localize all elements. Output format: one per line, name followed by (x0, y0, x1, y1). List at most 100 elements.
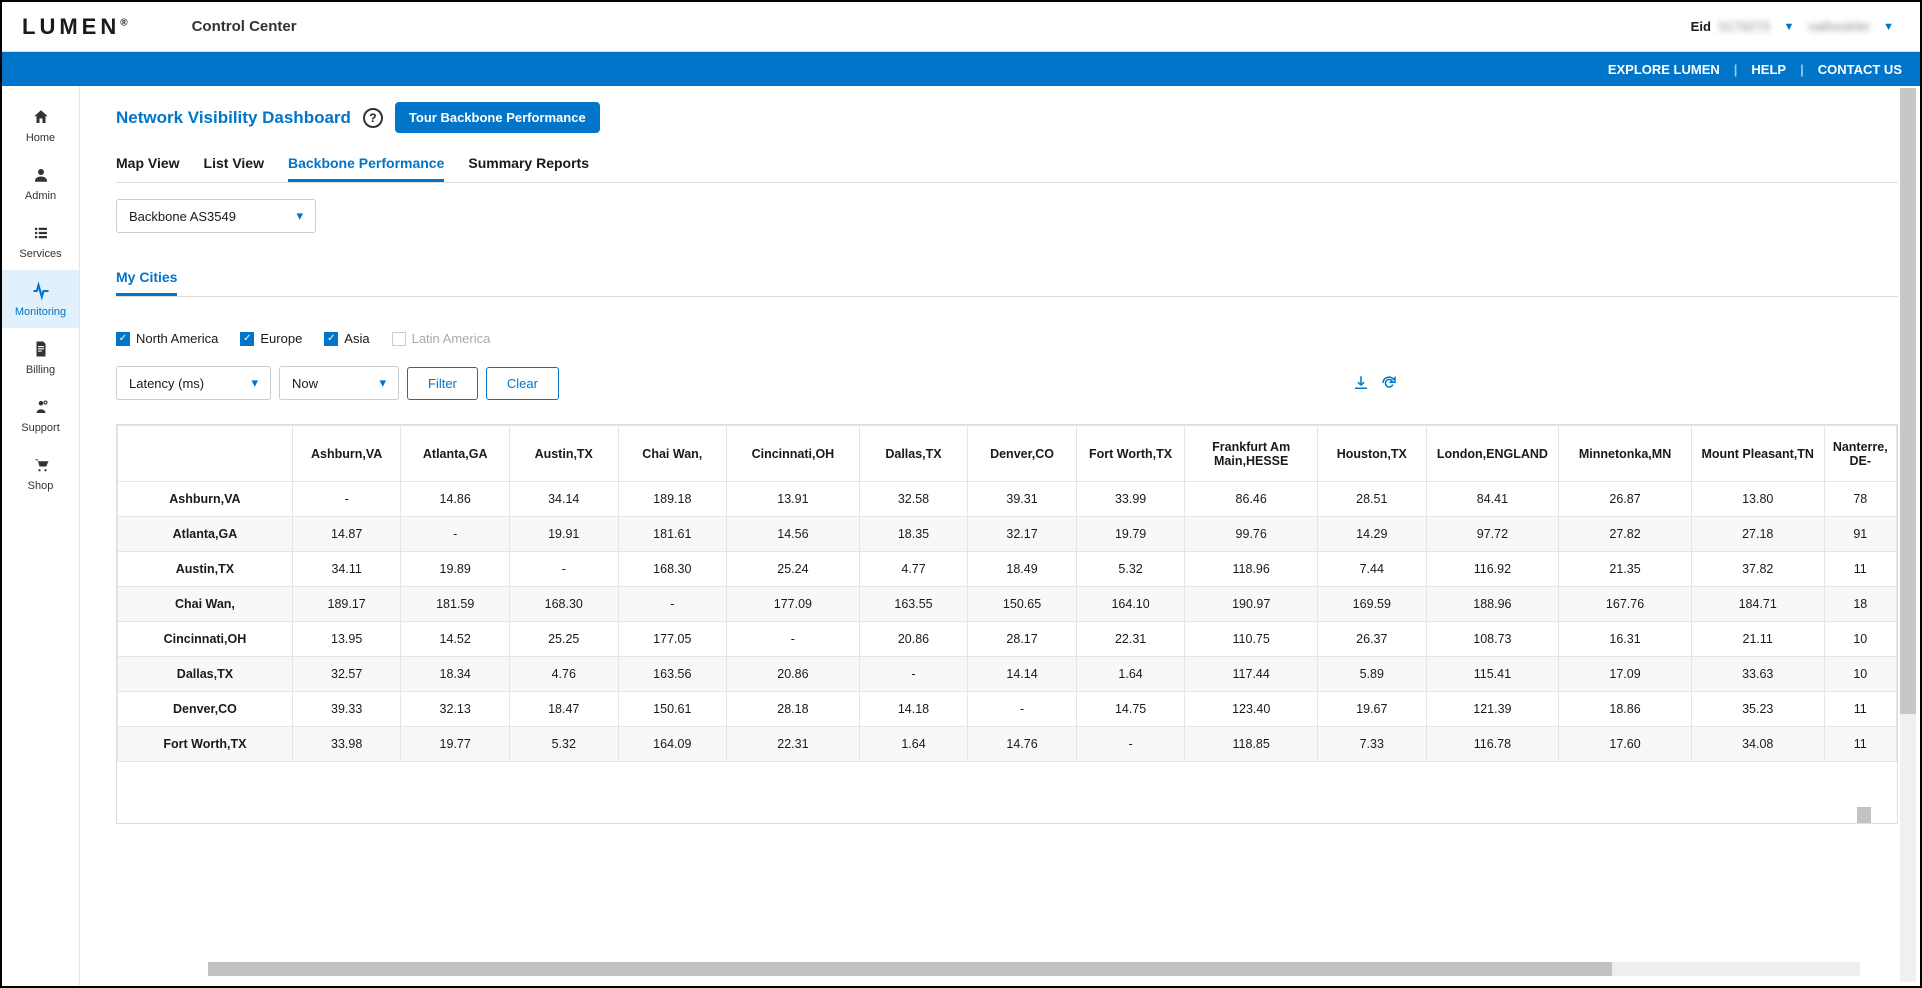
col-header[interactable]: Cincinnati,OH (727, 426, 860, 482)
tab-summary-reports[interactable]: Summary Reports (468, 147, 589, 182)
table-vertical-scrollbar[interactable] (1857, 807, 1871, 824)
row-header[interactable]: Atlanta,GA (118, 517, 293, 552)
col-header[interactable]: Houston,TX (1318, 426, 1427, 482)
row-header[interactable]: Fort Worth,TX (118, 727, 293, 762)
col-header[interactable]: Dallas,TX (859, 426, 968, 482)
latency-table: Ashburn,VA Atlanta,GA Austin,TX Chai Wan… (117, 425, 1897, 762)
data-cell: - (727, 622, 860, 657)
row-header[interactable]: Cincinnati,OH (118, 622, 293, 657)
chevron-down-icon: ▾ (296, 208, 303, 224)
data-cell: 5.32 (509, 727, 618, 762)
tab-my-cities[interactable]: My Cities (116, 269, 177, 296)
backbone-select[interactable]: Backbone AS3549 ▾ (116, 199, 316, 233)
data-cell: - (1076, 727, 1185, 762)
data-cell: - (401, 517, 510, 552)
data-cell: 18.49 (968, 552, 1077, 587)
row-header[interactable]: Dallas,TX (118, 657, 293, 692)
data-cell: 17.60 (1559, 727, 1692, 762)
metric-select[interactable]: Latency (ms) ▾ (116, 366, 271, 400)
chevron-down-icon[interactable]: ▼ (1784, 21, 1795, 33)
help-icon[interactable]: ? (363, 108, 383, 128)
help-link[interactable]: HELP (1751, 62, 1786, 77)
col-header[interactable]: Mount Pleasant,TN (1691, 426, 1824, 482)
data-cell: 11 (1824, 552, 1896, 587)
scrollbar-thumb[interactable] (1900, 88, 1916, 714)
data-cell: 32.17 (968, 517, 1077, 552)
col-header[interactable]: Ashburn,VA (292, 426, 401, 482)
row-header[interactable]: Chai Wan, (118, 587, 293, 622)
row-header[interactable]: Austin,TX (118, 552, 293, 587)
eid-value: 0179273 (1719, 19, 1770, 34)
row-header[interactable]: Denver,CO (118, 692, 293, 727)
data-cell: 110.75 (1185, 622, 1318, 657)
data-cell: 25.24 (727, 552, 860, 587)
check-icon: ✓ (116, 332, 130, 346)
col-header[interactable]: Nanterre, DE- (1824, 426, 1896, 482)
corner-cell (118, 426, 293, 482)
data-cell: 4.77 (859, 552, 968, 587)
data-cell: 27.18 (1691, 517, 1824, 552)
col-header[interactable]: Austin,TX (509, 426, 618, 482)
sidebar-item-admin[interactable]: Admin (2, 154, 79, 212)
refresh-icon[interactable] (1380, 374, 1398, 392)
data-cell: 18.86 (1559, 692, 1692, 727)
chevron-down-icon[interactable]: ▼ (1883, 21, 1894, 33)
data-cell: 5.89 (1318, 657, 1427, 692)
data-cell: 21.35 (1559, 552, 1692, 587)
tour-button[interactable]: Tour Backbone Performance (395, 102, 600, 133)
app-header: LUMEN® Control Center Eid 0179273 ▼ nath… (2, 2, 1920, 52)
sidebar-item-shop[interactable]: Shop (2, 444, 79, 502)
checkbox-asia[interactable]: ✓Asia (324, 331, 369, 346)
data-cell: 164.09 (618, 727, 727, 762)
sidebar-item-home[interactable]: Home (2, 96, 79, 154)
sidebar-item-services[interactable]: Services (2, 212, 79, 270)
table-horizontal-scrollbar[interactable] (208, 962, 1860, 976)
page-vertical-scrollbar[interactable] (1900, 88, 1916, 982)
region-filters: ✓North America ✓Europe ✓Asia Latin Ameri… (116, 331, 1898, 346)
scrollbar-thumb[interactable] (208, 962, 1612, 976)
col-header[interactable]: Denver,CO (968, 426, 1077, 482)
col-header[interactable]: Atlanta,GA (401, 426, 510, 482)
data-cell: 34.14 (509, 482, 618, 517)
checkbox-latin-america[interactable]: Latin America (392, 331, 491, 346)
data-cell: 22.31 (1076, 622, 1185, 657)
data-cell: 4.76 (509, 657, 618, 692)
data-cell: 168.30 (509, 587, 618, 622)
checkbox-empty-icon (392, 332, 406, 346)
data-cell: 26.37 (1318, 622, 1427, 657)
checkbox-europe[interactable]: ✓Europe (240, 331, 302, 346)
data-cell: 28.17 (968, 622, 1077, 657)
row-header[interactable]: Ashburn,VA (118, 482, 293, 517)
home-icon (30, 106, 52, 128)
control-row: Latency (ms) ▾ Now ▾ Filter Clear (116, 366, 1898, 400)
explore-lumen-link[interactable]: EXPLORE LUMEN (1608, 62, 1720, 77)
sidebar-item-support[interactable]: Support (2, 386, 79, 444)
data-cell: 7.44 (1318, 552, 1427, 587)
col-header[interactable]: Minnetonka,MN (1559, 426, 1692, 482)
data-cell: 115.41 (1426, 657, 1559, 692)
data-cell: 84.41 (1426, 482, 1559, 517)
col-header[interactable]: London,ENGLAND (1426, 426, 1559, 482)
tab-backbone-performance[interactable]: Backbone Performance (288, 147, 444, 182)
col-header[interactable]: Chai Wan, (618, 426, 727, 482)
sidebar-item-billing[interactable]: Billing (2, 328, 79, 386)
data-cell: 18.47 (509, 692, 618, 727)
filter-button[interactable]: Filter (407, 367, 478, 400)
data-cell: 14.56 (727, 517, 860, 552)
data-cell: 181.59 (401, 587, 510, 622)
data-cell: - (968, 692, 1077, 727)
checkbox-north-america[interactable]: ✓North America (116, 331, 218, 346)
col-header[interactable]: Frankfurt Am Main,HESSE (1185, 426, 1318, 482)
contact-us-link[interactable]: CONTACT US (1818, 62, 1902, 77)
sidebar-item-monitoring[interactable]: Monitoring (2, 270, 79, 328)
data-cell: 116.78 (1426, 727, 1559, 762)
clear-button[interactable]: Clear (486, 367, 559, 400)
download-icon[interactable] (1352, 374, 1370, 392)
tab-map-view[interactable]: Map View (116, 147, 180, 182)
data-cell: 10 (1824, 657, 1896, 692)
col-header[interactable]: Fort Worth,TX (1076, 426, 1185, 482)
time-select[interactable]: Now ▾ (279, 366, 399, 400)
tab-list-view[interactable]: List View (204, 147, 264, 182)
product-name: Control Center (192, 18, 297, 35)
data-cell: 123.40 (1185, 692, 1318, 727)
